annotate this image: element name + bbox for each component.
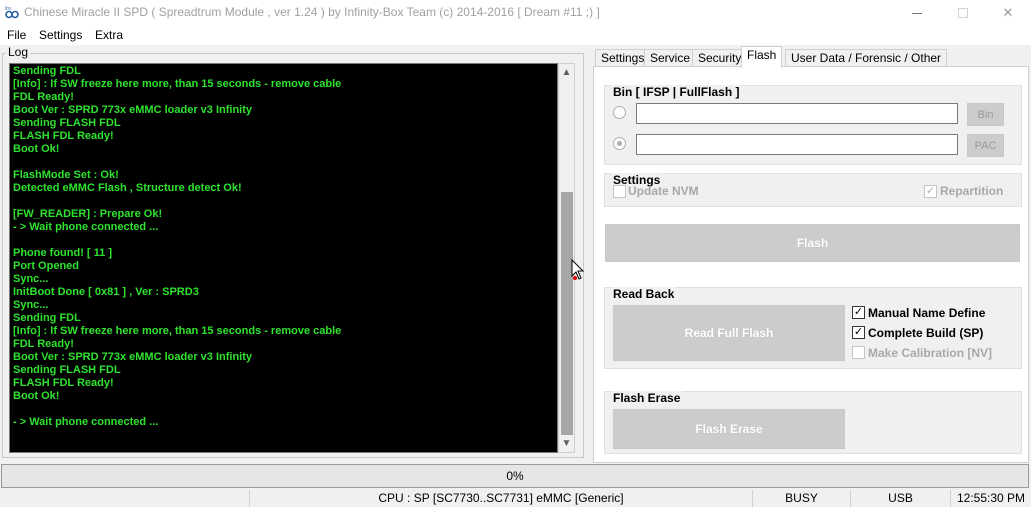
log-line: FlashMode Set : Ok! <box>13 169 119 181</box>
status-time: 12:55:30 PM <box>950 490 1031 507</box>
log-line: [Info] : If SW freeze here more, than 15… <box>13 325 342 337</box>
title-bar: ibx Chinese Miracle II SPD ( Spreadtrum … <box>0 0 1031 26</box>
window-title: Chinese Miracle II SPD ( Spreadtrum Modu… <box>24 5 600 19</box>
menu-bar: File Settings Extra <box>0 26 1031 45</box>
tab-user-data-forensic-other[interactable]: User Data / Forensic / Other <box>785 49 948 67</box>
progress-bar: 0% <box>1 464 1029 488</box>
log-line: FDL Ready! <box>13 338 74 350</box>
bin-radio[interactable] <box>613 106 626 119</box>
log-line: Boot Ok! <box>13 390 60 402</box>
log-console[interactable]: Sending FDL [Info] : If SW freeze here mo… <box>9 63 558 453</box>
log-line: Port Opened <box>13 260 80 272</box>
menu-file[interactable]: File <box>7 28 26 42</box>
complete-build-checkbox[interactable]: ✓ <box>852 326 865 339</box>
log-line: FLASH FDL Ready! <box>13 130 114 142</box>
make-calibration-checkbox[interactable] <box>852 346 865 359</box>
menu-settings[interactable]: Settings <box>39 28 82 42</box>
bin-path-field[interactable] <box>636 103 958 124</box>
minimize-button[interactable] <box>894 0 940 26</box>
update-nvm-checkbox[interactable] <box>613 185 626 198</box>
log-scrollbar[interactable]: ▲ ▼ <box>558 63 575 453</box>
log-line: Sync... <box>13 273 49 285</box>
read-back-group: Read Back Read Full Flash ✓ Manual Name … <box>604 287 1022 369</box>
mouse-cursor-icon <box>571 259 585 280</box>
log-line: Sending FLASH FDL <box>13 364 121 376</box>
manual-name-define-label: Manual Name Define <box>868 306 986 320</box>
maximize-icon <box>958 8 968 18</box>
log-line: Phone found! [ 11 ] <box>13 247 112 259</box>
flash-button[interactable]: Flash <box>605 224 1020 262</box>
complete-build-label: Complete Build (SP) <box>868 326 984 340</box>
log-line: Sending FDL <box>13 65 81 77</box>
minimize-icon <box>912 12 922 14</box>
flash-erase-button[interactable]: Flash Erase <box>613 409 845 449</box>
repartition-checkbox[interactable]: ✓ <box>924 185 937 198</box>
log-line: - > Wait phone connected ... <box>13 221 159 233</box>
log-line: FDL Ready! <box>13 91 74 103</box>
progress-text: 0% <box>506 469 524 483</box>
repartition-label: Repartition <box>940 184 1004 198</box>
bin-group: Bin [ IFSP | FullFlash ] Bin PAC <box>604 85 1022 165</box>
flash-erase-group-title: Flash Erase <box>611 391 683 405</box>
status-cpu: CPU : SP [SC7730..SC7731] eMMC [Generic] <box>249 490 752 507</box>
pac-path-field[interactable] <box>636 134 958 155</box>
log-line: FLASH FDL Ready! <box>13 377 114 389</box>
log-line: Boot Ver : SPRD 773x eMMC loader v3 Infi… <box>13 104 253 116</box>
log-line: Sending FLASH FDL <box>13 117 121 129</box>
log-line: Detected eMMC Flash , Structure detect O… <box>13 182 242 194</box>
settings-group: Settings Update NVM ✓ Repartition <box>604 173 1022 207</box>
log-line: [FW_READER] : Prepare Ok! <box>13 208 163 220</box>
log-line: [Info] : If SW freeze here more, than 15… <box>13 78 342 90</box>
close-button[interactable]: ✕ <box>985 0 1031 26</box>
flash-tab-panel: Bin [ IFSP | FullFlash ] Bin PAC Setting… <box>593 66 1029 463</box>
manual-name-define-checkbox[interactable]: ✓ <box>852 306 865 319</box>
status-state: BUSY <box>752 490 850 507</box>
infinity-logo-icon: ibx <box>5 6 19 19</box>
log-line: Boot Ok! <box>13 143 60 155</box>
flash-erase-group: Flash Erase Flash Erase <box>604 391 1022 454</box>
scroll-down-arrow-icon[interactable]: ▼ <box>559 435 574 452</box>
make-calibration-label: Make Calibration [NV] <box>868 346 993 360</box>
status-port: USB <box>850 490 950 507</box>
read-back-group-title: Read Back <box>611 287 677 301</box>
bin-browse-button[interactable]: Bin <box>967 103 1004 126</box>
menu-extra[interactable]: Extra <box>95 28 123 42</box>
scroll-up-arrow-icon[interactable]: ▲ <box>559 64 574 81</box>
update-nvm-label: Update NVM <box>628 184 699 198</box>
pac-browse-button[interactable]: PAC <box>967 134 1004 157</box>
log-line: - > Wait phone connected ... <box>13 416 159 428</box>
log-group-label: Log <box>6 45 31 59</box>
maximize-button[interactable] <box>940 0 986 26</box>
pac-radio[interactable] <box>613 137 626 150</box>
tab-service[interactable]: Service <box>644 49 697 67</box>
log-line: Boot Ver : SPRD 773x eMMC loader v3 Infi… <box>13 351 253 363</box>
tab-security[interactable]: Security <box>692 49 748 67</box>
log-line: InitBoot Done [ 0x81 ] , Ver : SPRD3 <box>13 286 199 298</box>
close-icon: ✕ <box>1002 5 1014 20</box>
tab-flash[interactable]: Flash <box>741 46 783 68</box>
log-line: Sync... <box>13 299 49 311</box>
bin-group-title: Bin [ IFSP | FullFlash ] <box>611 85 742 99</box>
read-full-flash-button[interactable]: Read Full Flash <box>613 305 845 361</box>
scrollbar-thumb[interactable] <box>561 192 573 435</box>
log-line: Sending FDL <box>13 312 81 324</box>
status-bar: CPU : SP [SC7730..SC7731] eMMC [Generic]… <box>0 490 1031 507</box>
tab-settings[interactable]: Settings <box>595 49 651 67</box>
